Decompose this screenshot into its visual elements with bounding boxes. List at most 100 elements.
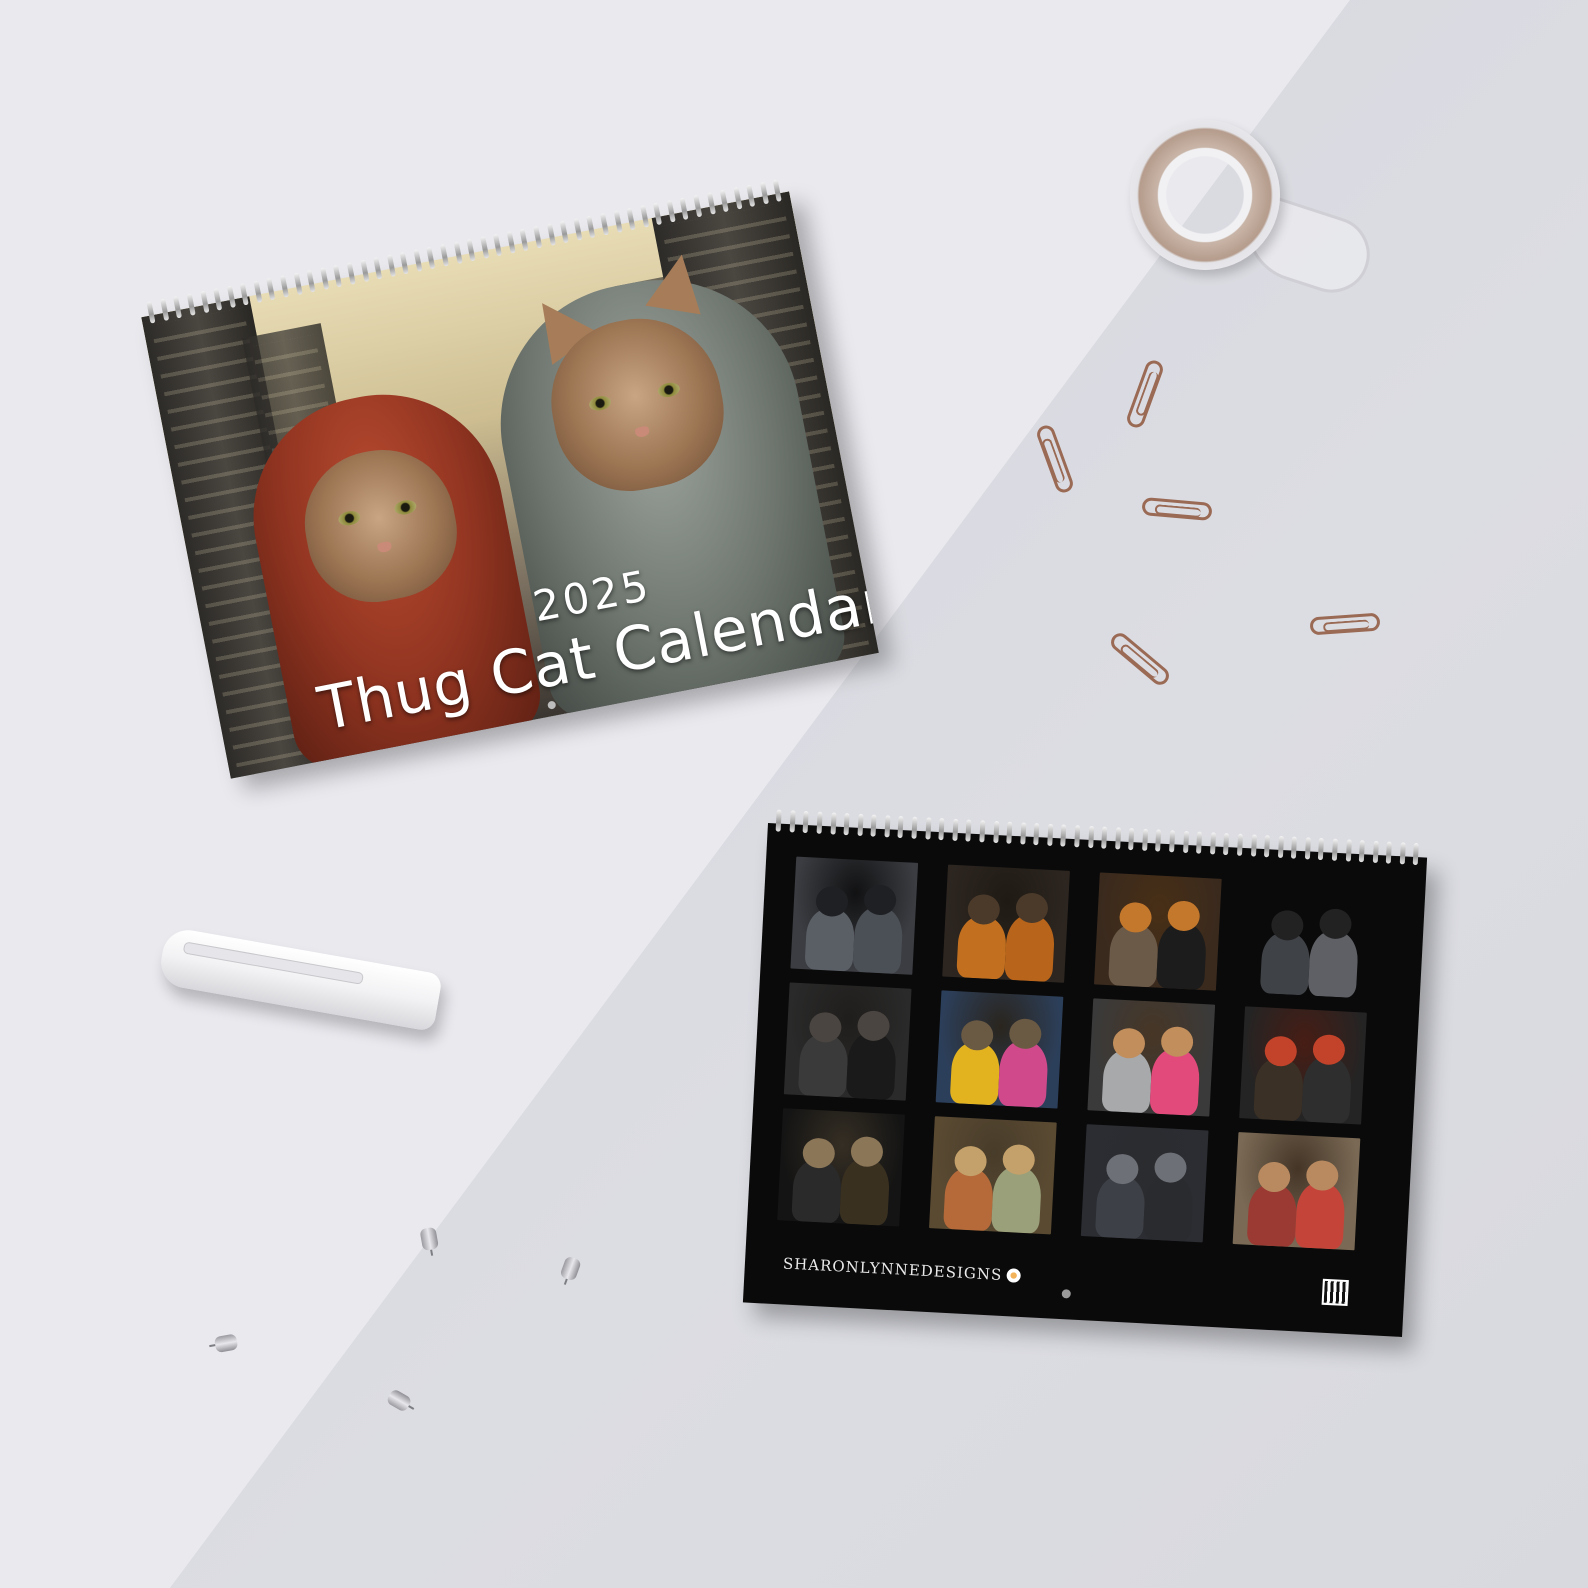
spiral-coil — [493, 233, 503, 257]
spiral-coil — [653, 202, 663, 226]
hanging-hole — [1061, 1289, 1072, 1299]
spiral-coil — [1318, 837, 1325, 861]
cat-body — [1155, 921, 1208, 991]
spiral-coil — [226, 285, 236, 309]
spiral-coil — [639, 205, 649, 228]
spiral-coil — [279, 275, 290, 298]
spiral-coil — [1169, 830, 1176, 853]
spiral-coil — [253, 280, 263, 303]
cat-body — [852, 905, 904, 975]
spiral-coil — [1413, 842, 1420, 866]
spiral-coil — [1386, 841, 1393, 864]
month-thumbnail — [790, 856, 919, 975]
month-thumbnail — [1232, 1132, 1361, 1251]
spiral-coil — [546, 223, 556, 246]
spiral-coil — [319, 267, 330, 290]
spiral-coil — [1196, 831, 1203, 854]
month-thumbnail — [777, 1108, 905, 1227]
spiral-coil — [519, 228, 529, 252]
spiral-coil — [1155, 829, 1162, 852]
cat-body — [1101, 1048, 1153, 1114]
spiral-coil — [1250, 834, 1257, 857]
spiral-coil — [952, 818, 959, 841]
spiral-coil — [1141, 828, 1149, 851]
cat-body — [1142, 1173, 1195, 1242]
spiral-coil — [426, 246, 436, 270]
month-thumbnail — [1246, 880, 1374, 999]
spiral-coil — [559, 220, 569, 244]
qr-code-icon — [1321, 1278, 1349, 1307]
spiral-coil — [506, 231, 516, 254]
spiral-coil — [573, 218, 583, 241]
month-thumbnail — [1080, 1124, 1209, 1243]
spiral-coil — [1182, 830, 1189, 854]
spiral-coil — [146, 301, 156, 324]
spiral-coil — [1074, 825, 1081, 848]
cat-body — [1259, 931, 1311, 996]
spiral-coil — [1358, 840, 1366, 863]
tape-dispenser — [1130, 120, 1380, 310]
spiral-coil — [911, 816, 918, 839]
spiral-coil — [816, 811, 823, 834]
spiral-coil — [706, 192, 716, 215]
spiral-coil — [333, 264, 343, 288]
spiral-coil — [884, 815, 891, 838]
spiral-coil — [1047, 823, 1054, 846]
spiral-coil — [1209, 832, 1216, 855]
spiral-coil — [1128, 827, 1135, 851]
spiral-coil — [613, 210, 623, 233]
spiral-coil — [938, 818, 945, 841]
spiral-coil — [1331, 838, 1338, 861]
spiral-coil — [979, 820, 986, 843]
cat-body — [1307, 929, 1360, 999]
spiral-coil — [599, 212, 609, 236]
cat-body — [791, 1158, 843, 1224]
spiral-coil — [1087, 825, 1094, 849]
spiral-coil — [1223, 832, 1230, 856]
spiral-coil — [293, 272, 303, 296]
spiral-coil — [386, 254, 396, 277]
month-thumbnail — [929, 1116, 1057, 1235]
spiral-coil — [1291, 836, 1298, 859]
spiral-coil — [789, 810, 796, 833]
spiral-coil — [186, 293, 196, 316]
brand-name: SHARONLYNNEDESIGNS — [782, 1254, 1003, 1284]
brand-footer: SHARONLYNNEDESIGNS — [783, 1254, 1021, 1284]
cat-body — [1246, 1182, 1298, 1248]
cat-body — [943, 1166, 995, 1232]
spiral-coil — [802, 810, 810, 834]
spiral-coil — [213, 288, 223, 311]
cat-body — [1149, 1047, 1201, 1116]
cat-body — [1301, 1055, 1353, 1124]
spiral-coil — [466, 238, 476, 262]
cat-body — [845, 1031, 898, 1101]
spiral-coil — [992, 820, 999, 844]
spiral-coil — [746, 184, 756, 207]
spiral-coil — [733, 187, 743, 210]
spiral-coil — [173, 295, 183, 319]
nose — [376, 540, 393, 554]
cat-body — [797, 1033, 850, 1098]
cat-body — [1004, 913, 1056, 983]
spiral-coil — [857, 813, 864, 837]
cat-body — [804, 907, 856, 972]
cat-body — [1294, 1181, 1346, 1250]
spiral-coil — [773, 179, 783, 202]
spiral-coil — [359, 259, 370, 283]
spiral-coil — [1060, 824, 1067, 847]
spiral-coil — [413, 249, 423, 272]
spiral-coil — [1277, 835, 1284, 859]
cat-body — [997, 1039, 1049, 1108]
spiral-coil — [925, 817, 932, 840]
month-thumbnail — [1239, 1006, 1367, 1125]
spiral-coil — [666, 199, 676, 223]
spiral-coil — [239, 282, 250, 306]
eye — [587, 394, 613, 413]
month-thumbnail — [1094, 872, 1222, 991]
eye — [656, 380, 681, 399]
spiral-coil — [346, 262, 356, 285]
spiral-coil — [439, 244, 450, 267]
spiral-coil — [626, 207, 636, 231]
spiral-coil — [479, 236, 490, 259]
month-thumbnail — [935, 990, 1064, 1109]
